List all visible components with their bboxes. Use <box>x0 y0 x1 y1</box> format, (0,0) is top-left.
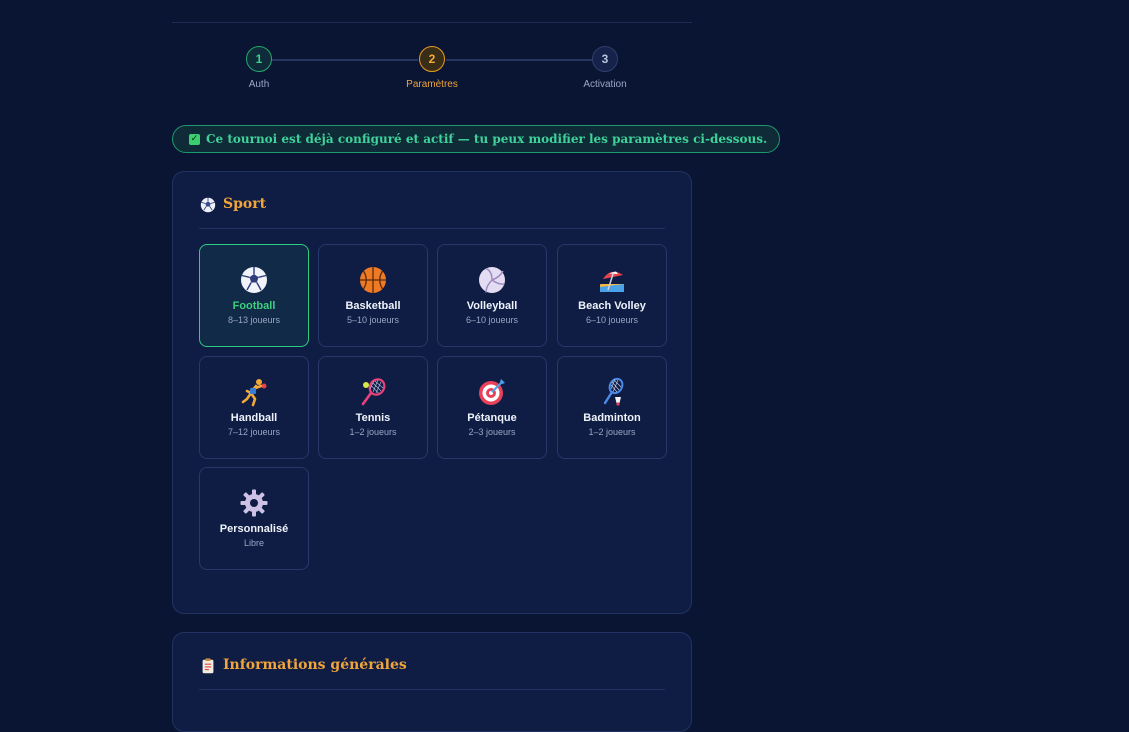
sport-card-volleyball[interactable]: Volleyball 6–10 joueurs <box>437 244 547 347</box>
tennis-racket-icon <box>361 378 386 406</box>
step-number: 3 <box>592 46 618 72</box>
step-activation[interactable]: 3 Activation <box>565 46 645 90</box>
sport-name: Tennis <box>355 412 391 424</box>
sport-card-handball[interactable]: Handball 7–12 joueurs <box>199 356 309 459</box>
badminton-icon <box>603 377 624 406</box>
info-panel: Informations générales <box>172 632 692 732</box>
step-auth[interactable]: 1 Auth <box>219 46 299 90</box>
step-label: Activation <box>583 79 627 90</box>
sport-card-basketball[interactable]: Basketball 5–10 joueurs <box>318 244 428 347</box>
sport-card-football[interactable]: Football 8–13 joueurs <box>199 244 309 347</box>
sport-players: Libre <box>243 538 264 548</box>
sport-card-badminton[interactable]: Badminton 1–2 joueurs <box>557 356 667 459</box>
step-number: 2 <box>419 46 445 72</box>
sport-card-petanque[interactable]: Pétanque 2–3 joueurs <box>437 356 547 459</box>
gear-icon <box>240 489 268 517</box>
info-header: Informations générales <box>199 657 665 690</box>
sport-players: 1–2 joueurs <box>349 427 397 437</box>
step-number: 1 <box>246 46 272 72</box>
volleyball-icon <box>479 267 505 293</box>
sport-name: Basketball <box>345 300 401 312</box>
clipboard-icon <box>202 658 214 674</box>
sport-card-tennis[interactable]: Tennis 1–2 joueurs <box>318 356 428 459</box>
soccer-ball-icon <box>200 197 216 213</box>
sport-name: Football <box>232 300 276 312</box>
sport-name: Handball <box>230 412 278 424</box>
target-icon <box>479 379 505 405</box>
info-title: Informations générales <box>223 657 407 673</box>
sport-players: 7–12 joueurs <box>227 427 281 437</box>
sport-card-personnalise[interactable]: Personnalisé Libre <box>199 467 309 570</box>
sport-players: 8–13 joueurs <box>227 315 281 325</box>
step-label: Auth <box>248 79 270 90</box>
sport-players: 2–3 joueurs <box>468 427 516 437</box>
sport-title: Sport <box>223 196 267 212</box>
sport-header: Sport <box>199 196 665 229</box>
status-banner: ✓ Ce tournoi est déjà configuré et actif… <box>172 125 781 153</box>
beach-umbrella-icon <box>600 271 624 292</box>
status-banner-text: Ce tournoi est déjà configuré et actif —… <box>206 132 768 146</box>
basketball-icon <box>360 267 386 293</box>
sport-players: 6–10 joueurs <box>585 315 639 325</box>
soccer-ball-icon <box>241 267 267 293</box>
sport-players: 5–10 joueurs <box>346 315 400 325</box>
sport-players: 6–10 joueurs <box>465 315 519 325</box>
sport-name: Personnalisé <box>219 523 289 535</box>
check-box-icon: ✓ <box>189 133 200 145</box>
stepper: 1 Auth 2 Paramètres 3 Activation <box>172 46 692 96</box>
sport-name: Beach Volley <box>578 300 646 312</box>
sport-players: 1–2 joueurs <box>588 427 636 437</box>
sport-name: Volleyball <box>466 300 518 312</box>
step-parametres[interactable]: 2 Paramètres <box>392 46 472 90</box>
sport-card-beach-volley[interactable]: Beach Volley 6–10 joueurs <box>557 244 667 347</box>
handball-player-icon <box>241 379 267 407</box>
sport-name: Badminton <box>583 412 641 424</box>
top-divider <box>172 22 692 23</box>
sport-name: Pétanque <box>467 412 517 424</box>
step-label: Paramètres <box>406 79 458 90</box>
sport-panel: Sport Football 8–13 joueurs Basketball 5… <box>172 171 692 614</box>
